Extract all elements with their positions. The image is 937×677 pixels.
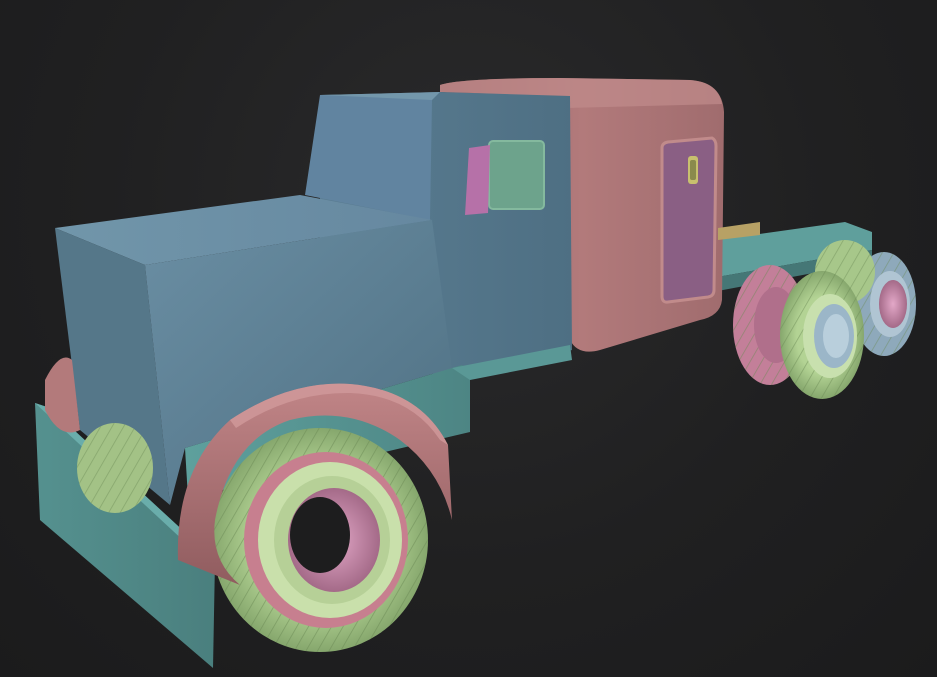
truck-render	[35, 78, 916, 668]
3d-viewport[interactable]	[0, 0, 937, 677]
side-mirror	[465, 145, 490, 215]
front-tire	[212, 428, 428, 652]
cab-window	[489, 141, 544, 209]
rear-tire-front-green	[780, 271, 864, 399]
